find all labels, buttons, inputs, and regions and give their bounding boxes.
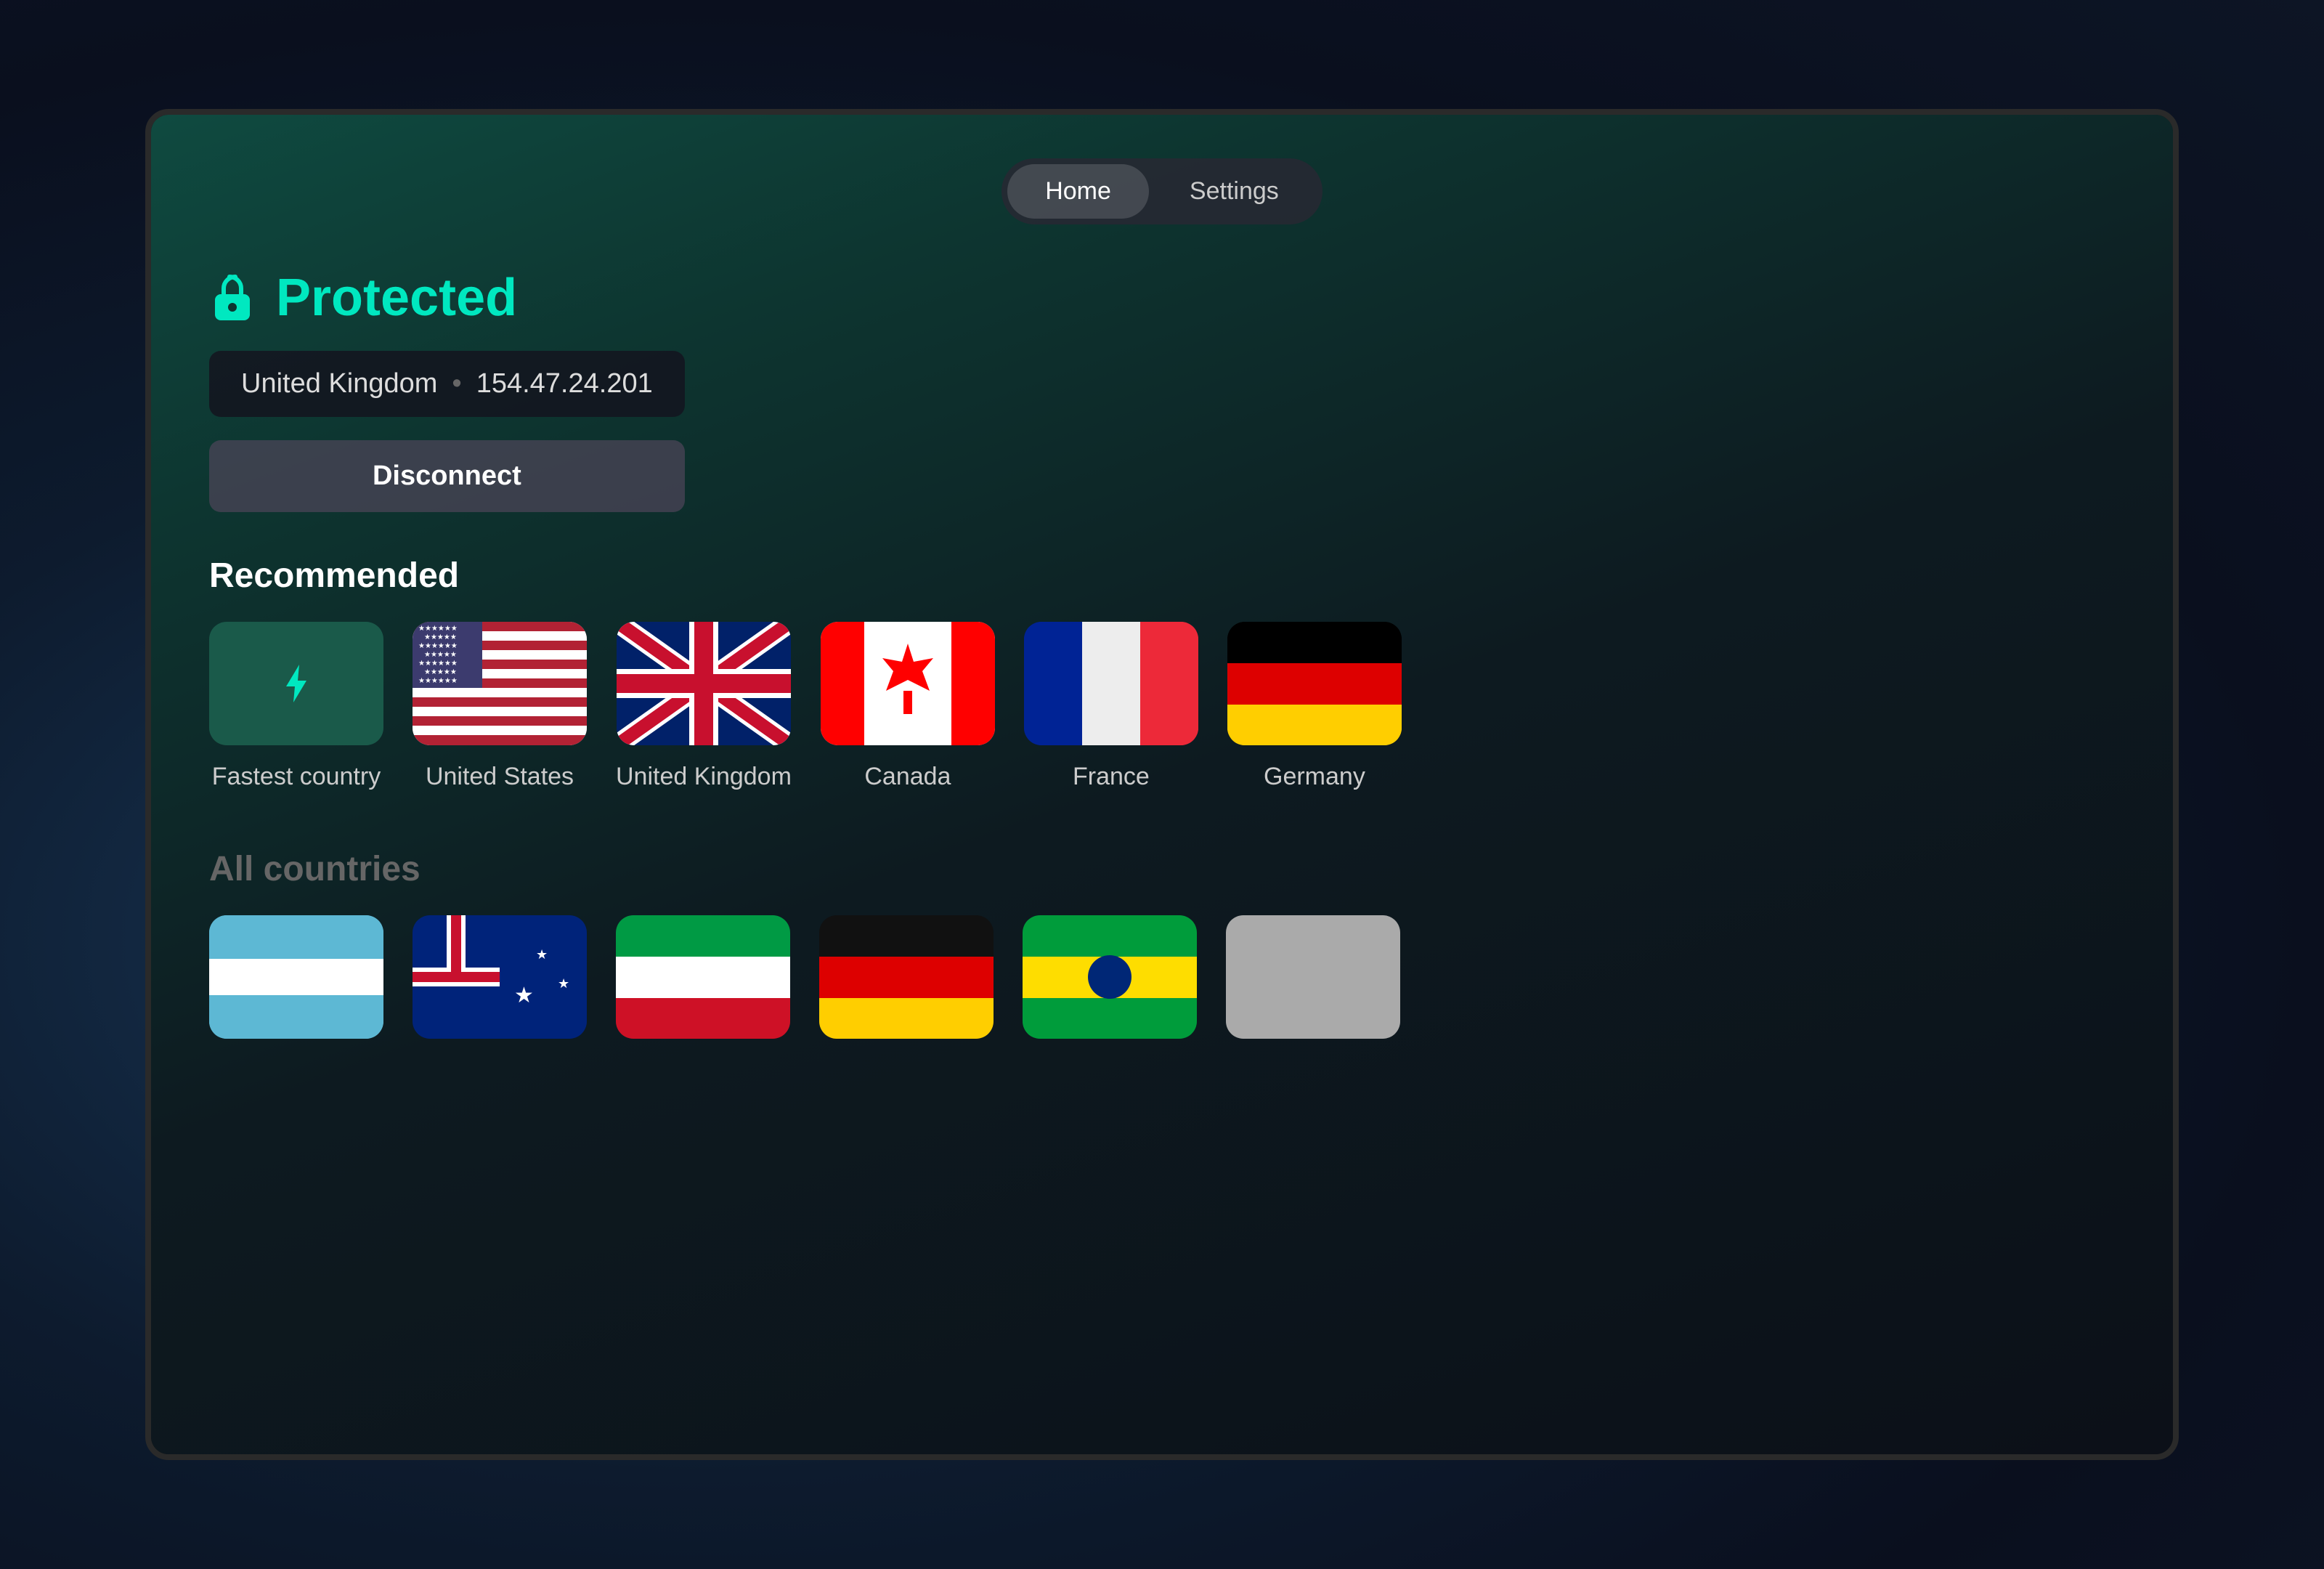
all-country-card-4[interactable] bbox=[819, 915, 994, 1039]
top-nav: Home Settings bbox=[209, 158, 2115, 224]
all-country-card-6[interactable] bbox=[1226, 915, 1400, 1039]
status-text: Protected bbox=[276, 268, 517, 328]
nav-home[interactable]: Home bbox=[1007, 164, 1149, 219]
country-card-ca[interactable]: Canada bbox=[821, 622, 995, 791]
connection-country: United Kingdom bbox=[241, 368, 437, 400]
all-country-card-5[interactable] bbox=[1023, 915, 1197, 1039]
status-section: Protected United Kingdom • 154.47.24.201… bbox=[209, 268, 685, 512]
svg-text:★★★★★: ★★★★★ bbox=[424, 651, 457, 659]
svg-text:★: ★ bbox=[514, 984, 534, 1008]
ca-flag bbox=[821, 622, 995, 745]
country-card-fastest[interactable]: Fastest country bbox=[209, 622, 383, 791]
svg-text:★★★★★: ★★★★★ bbox=[424, 668, 457, 676]
uk-label: United Kingdom bbox=[616, 763, 792, 791]
svg-text:★: ★ bbox=[558, 976, 569, 991]
recommended-grid: Fastest country bbox=[209, 622, 1402, 791]
de-flag bbox=[1227, 622, 1402, 745]
country-card-fr[interactable]: France bbox=[1024, 622, 1198, 791]
status-title: Protected bbox=[209, 268, 685, 328]
svg-text:★★★★★: ★★★★★ bbox=[424, 633, 457, 641]
nav-pill: Home Settings bbox=[1001, 158, 1323, 224]
de-label: Germany bbox=[1264, 763, 1365, 791]
tv-frame: Home Settings Protected United Kingdom • bbox=[145, 109, 2179, 1460]
svg-text:★★★★★★: ★★★★★★ bbox=[418, 625, 458, 633]
all-country-card-1[interactable] bbox=[209, 915, 383, 1039]
nav-settings[interactable]: Settings bbox=[1152, 164, 1317, 219]
disconnect-button[interactable]: Disconnect bbox=[209, 440, 685, 512]
all-countries-grid: ★ ★ ★ bbox=[209, 915, 1400, 1046]
fastest-flag bbox=[209, 622, 383, 745]
fastest-label: Fastest country bbox=[212, 763, 381, 791]
country-card-de[interactable]: Germany bbox=[1227, 622, 1402, 791]
country-card-us[interactable]: ★★★★★★ ★★★★★ ★★★★★★ ★★★★★ ★★★★★★ ★★★★★ ★… bbox=[413, 622, 587, 791]
svg-text:★: ★ bbox=[536, 947, 548, 962]
lightning-icon bbox=[275, 662, 318, 705]
svg-text:★★★★★★: ★★★★★★ bbox=[418, 660, 458, 668]
all-country-card-3[interactable] bbox=[616, 915, 790, 1039]
recommended-title: Recommended bbox=[209, 556, 459, 596]
all-countries-section: All countries bbox=[209, 849, 1400, 1046]
all-countries-title: All countries bbox=[209, 849, 1400, 889]
ca-label: Canada bbox=[864, 763, 951, 791]
us-flag: ★★★★★★ ★★★★★ ★★★★★★ ★★★★★ ★★★★★★ ★★★★★ ★… bbox=[413, 622, 587, 745]
tv-screen: Home Settings Protected United Kingdom • bbox=[151, 115, 2173, 1454]
uk-flag bbox=[617, 622, 791, 745]
svg-text:★★★★★★: ★★★★★★ bbox=[418, 642, 458, 650]
connection-info: United Kingdom • 154.47.24.201 bbox=[209, 351, 685, 417]
connection-ip: 154.47.24.201 bbox=[476, 368, 653, 400]
country-card-uk[interactable]: United Kingdom bbox=[616, 622, 792, 791]
us-label: United States bbox=[426, 763, 574, 791]
separator-dot: • bbox=[452, 368, 461, 400]
fr-label: France bbox=[1073, 763, 1150, 791]
lock-icon bbox=[209, 272, 256, 323]
all-country-card-2[interactable]: ★ ★ ★ bbox=[413, 915, 587, 1039]
svg-text:★★★★★★: ★★★★★★ bbox=[418, 677, 458, 685]
fr-flag bbox=[1024, 622, 1198, 745]
